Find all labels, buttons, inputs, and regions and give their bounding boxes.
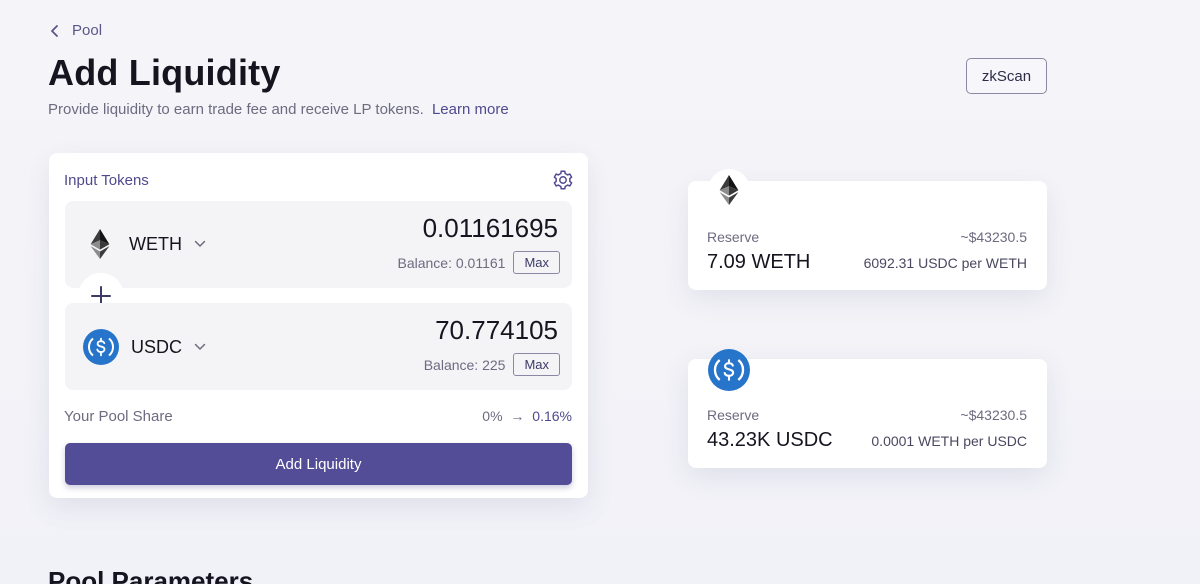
- pool-share-label: Your Pool Share: [64, 408, 173, 425]
- eth-icon: [83, 227, 117, 261]
- balance-text: Balance: 225: [423, 356, 506, 373]
- token-select-usdc[interactable]: USDC: [83, 329, 206, 365]
- back-link[interactable]: Pool: [50, 22, 102, 39]
- usdc-icon: [708, 349, 750, 391]
- pool-share-from: 0%: [482, 408, 503, 424]
- reserve-rate: 0.0001 WETH per USDC: [871, 433, 1027, 449]
- reserve-amount: 43.23K USDC: [707, 429, 833, 451]
- reserve-rate: 6092.31 USDC per WETH: [863, 255, 1027, 271]
- amount-input-usdc[interactable]: 70.774105: [308, 315, 558, 346]
- pool-parameters-heading: Pool Parameters: [48, 566, 254, 584]
- input-tokens-label: Input Tokens: [64, 171, 149, 189]
- chevron-down-icon: [194, 240, 206, 248]
- amount-input-weth[interactable]: 0.01161695: [308, 213, 558, 244]
- arrow-right-icon: →: [510, 408, 525, 424]
- balance-text: Balance: 0.01161: [397, 254, 506, 271]
- input-tokens-card: Input Tokens WETH 0.01161695 Balance: 0.…: [49, 153, 588, 498]
- max-button-weth[interactable]: Max: [513, 251, 560, 274]
- token-input-weth: WETH 0.01161695 Balance: 0.01161 Max: [65, 201, 572, 288]
- gear-icon[interactable]: [552, 169, 574, 191]
- usdc-icon: [83, 329, 119, 365]
- token-symbol: WETH: [129, 233, 182, 254]
- balance-row: Balance: 0.01161 Max: [397, 251, 560, 274]
- max-button-usdc[interactable]: Max: [513, 353, 560, 376]
- chevron-down-icon: [194, 343, 206, 351]
- zkscan-button[interactable]: zkScan: [966, 58, 1047, 94]
- pool-share-to: 0.16%: [532, 408, 572, 424]
- subtitle-text: Provide liquidity to earn trade fee and …: [48, 101, 424, 118]
- pool-share-values: 0% → 0.16%: [482, 408, 572, 425]
- reserve-card-usdc: Reserve ~$43230.5 43.23K USDC 0.0001 WET…: [688, 349, 1047, 468]
- balance-row: Balance: 225 Max: [424, 353, 560, 376]
- reserve-usd-value: ~$43230.5: [960, 407, 1027, 423]
- card-header: Input Tokens: [64, 169, 574, 191]
- page-title: Add Liquidity: [48, 52, 281, 93]
- token-input-usdc: USDC 70.774105 Balance: 225 Max: [65, 303, 572, 390]
- page-subtitle: Provide liquidity to earn trade fee and …: [48, 101, 509, 118]
- learn-more-link[interactable]: Learn more: [432, 101, 509, 118]
- chevron-left-icon: [51, 24, 58, 37]
- eth-icon: [708, 169, 750, 211]
- reserve-amount: 7.09 WETH: [707, 251, 811, 273]
- token-symbol: USDC: [131, 336, 183, 357]
- reserve-label: Reserve: [707, 229, 760, 245]
- reserve-usd-value: ~$43230.5: [960, 229, 1027, 245]
- back-link-label: Pool: [72, 22, 103, 39]
- reserve-label: Reserve: [707, 407, 760, 423]
- add-liquidity-button[interactable]: Add Liquidity: [65, 443, 572, 485]
- pool-share-row: Your Pool Share 0% → 0.16%: [64, 408, 572, 425]
- reserve-card-weth: Reserve ~$43230.5 7.09 WETH 6092.31 USDC…: [688, 169, 1047, 290]
- token-select-weth[interactable]: WETH: [83, 227, 206, 261]
